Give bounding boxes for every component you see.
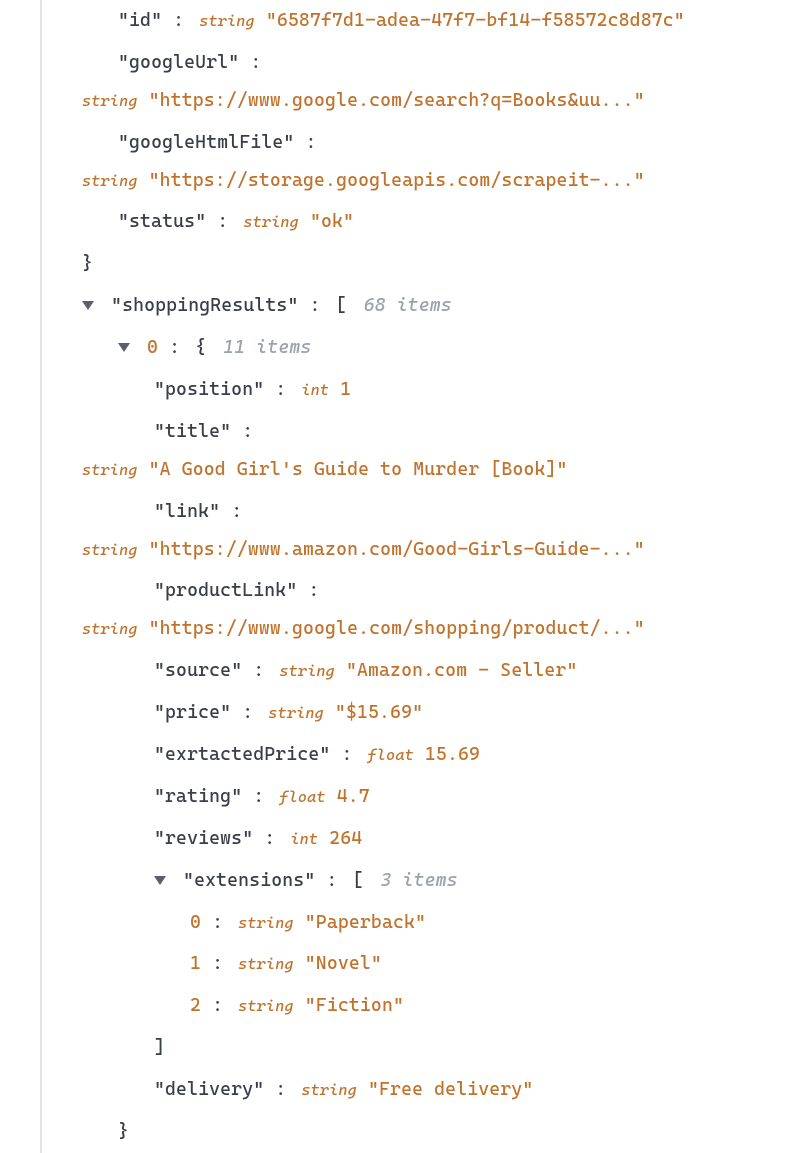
field-title-value: string "A Good Girl's Guide to Murder [B… — [82, 453, 800, 491]
array-item-0[interactable]: 0 : { 11 items — [82, 327, 800, 369]
array-index: 0 — [147, 337, 158, 358]
type-label: string — [82, 461, 138, 479]
items-count: 3 items — [381, 870, 458, 891]
field-title: "title" : — [82, 411, 800, 453]
string-value: "ok" — [310, 211, 354, 232]
field-productLink-value: string "https://www.google.com/shopping/… — [82, 612, 800, 650]
string-value: "Paperback" — [305, 912, 426, 933]
field-position: "position" : int 1 — [82, 369, 800, 411]
bracket-close: ] — [82, 1027, 800, 1069]
type-label: string — [238, 914, 294, 932]
key-label: rating — [165, 786, 231, 807]
key-label: extensions — [194, 870, 304, 891]
type-label: string — [82, 620, 138, 638]
string-value: "A Good Girl's Guide to Murder [Book]" — [149, 459, 568, 480]
type-label: int — [301, 381, 329, 399]
json-tree-viewer: "id" : string "6587f7d1-adea-47f7-bf14-f… — [40, 0, 800, 1153]
field-extractedPrice: "exrtactedPrice" : float 15.69 — [82, 734, 800, 776]
key-label: link — [165, 501, 209, 522]
key-label: delivery — [165, 1079, 253, 1100]
type-label: string — [82, 541, 138, 559]
type-label: string — [238, 997, 294, 1015]
field-extensions[interactable]: "extensions" : [ 3 items — [82, 860, 800, 902]
array-index: 2 — [190, 995, 201, 1016]
field-googleUrl-value: string "https://www.google.com/search?q=… — [82, 84, 800, 122]
key-label: position — [165, 379, 253, 400]
string-value: "Novel" — [305, 953, 382, 974]
float-value: 4.7 — [337, 786, 370, 807]
string-value: "https://www.amazon.com/Good-Girls-Guide… — [149, 539, 645, 560]
key-label: googleUrl — [129, 52, 228, 73]
key-label: productLink — [165, 580, 286, 601]
key-label: id — [129, 10, 151, 31]
type-label: string — [238, 955, 294, 973]
field-id: "id" : string "6587f7d1-adea-47f7-bf14-f… — [82, 0, 800, 42]
key-label: shoppingResults — [122, 295, 287, 316]
float-value: 15.69 — [425, 744, 480, 765]
caret-down-icon[interactable] — [82, 301, 94, 310]
type-label: int — [290, 830, 318, 848]
field-googleHtmlFile-value: string "https://storage.googleapis.com/s… — [82, 164, 800, 202]
type-label: string — [301, 1081, 357, 1099]
field-shoppingResults[interactable]: "shoppingResults" : [ 68 items — [82, 285, 800, 327]
string-value: "https://www.google.com/shopping/product… — [149, 618, 645, 639]
items-count: 11 items — [223, 337, 311, 358]
string-value: "Amazon.com - Seller" — [346, 660, 578, 681]
caret-down-icon[interactable] — [118, 343, 130, 352]
string-value: "$15.69" — [335, 702, 423, 723]
type-label: string — [243, 213, 299, 231]
array-index: 0 — [190, 912, 201, 933]
type-label: string — [279, 662, 335, 680]
type-label: string — [199, 12, 255, 30]
extensions-item-2: 2 : string "Fiction" — [82, 985, 800, 1027]
string-value: "https://storage.googleapis.com/scrapeit… — [149, 170, 645, 191]
key-label: reviews — [165, 828, 242, 849]
field-googleUrl: "googleUrl" : — [82, 42, 800, 84]
extensions-item-1: 1 : string "Novel" — [82, 943, 800, 985]
string-value: "Fiction" — [305, 995, 404, 1016]
key-label: exrtactedPrice — [165, 744, 319, 765]
caret-down-icon[interactable] — [154, 876, 166, 885]
type-label: float — [368, 746, 414, 764]
string-value: "https://www.google.com/search?q=Books&u… — [149, 90, 645, 111]
key-label: source — [165, 660, 231, 681]
field-reviews: "reviews" : int 264 — [82, 818, 800, 860]
field-link-value: string "https://www.amazon.com/Good-Girl… — [82, 533, 800, 571]
field-googleHtmlFile: "googleHtmlFile" : — [82, 122, 800, 164]
key-label: googleHtmlFile — [129, 132, 283, 153]
brace-close: } — [82, 243, 800, 285]
int-value: 1 — [340, 379, 351, 400]
key-label: title — [165, 421, 220, 442]
type-label: string — [268, 704, 324, 722]
field-price: "price" : string "$15.69" — [82, 692, 800, 734]
extensions-item-0: 0 : string "Paperback" — [82, 902, 800, 944]
type-label: string — [82, 92, 138, 110]
field-rating: "rating" : float 4.7 — [82, 776, 800, 818]
key-label: status — [129, 211, 195, 232]
string-value: "6587f7d1-adea-47f7-bf14-f58572c8d87c" — [266, 10, 685, 31]
field-status: "status" : string "ok" — [82, 201, 800, 243]
field-source: "source" : string "Amazon.com - Seller" — [82, 650, 800, 692]
key-label: price — [165, 702, 220, 723]
items-count: 68 items — [364, 295, 452, 316]
field-link: "link" : — [82, 491, 800, 533]
type-label: float — [279, 788, 325, 806]
int-value: 264 — [329, 828, 362, 849]
field-productLink: "productLink" : — [82, 570, 800, 612]
type-label: string — [82, 172, 138, 190]
string-value: "Free delivery" — [368, 1079, 533, 1100]
field-delivery: "delivery" : string "Free delivery" — [82, 1069, 800, 1111]
array-index: 1 — [190, 953, 201, 974]
brace-close: } — [82, 1111, 800, 1153]
